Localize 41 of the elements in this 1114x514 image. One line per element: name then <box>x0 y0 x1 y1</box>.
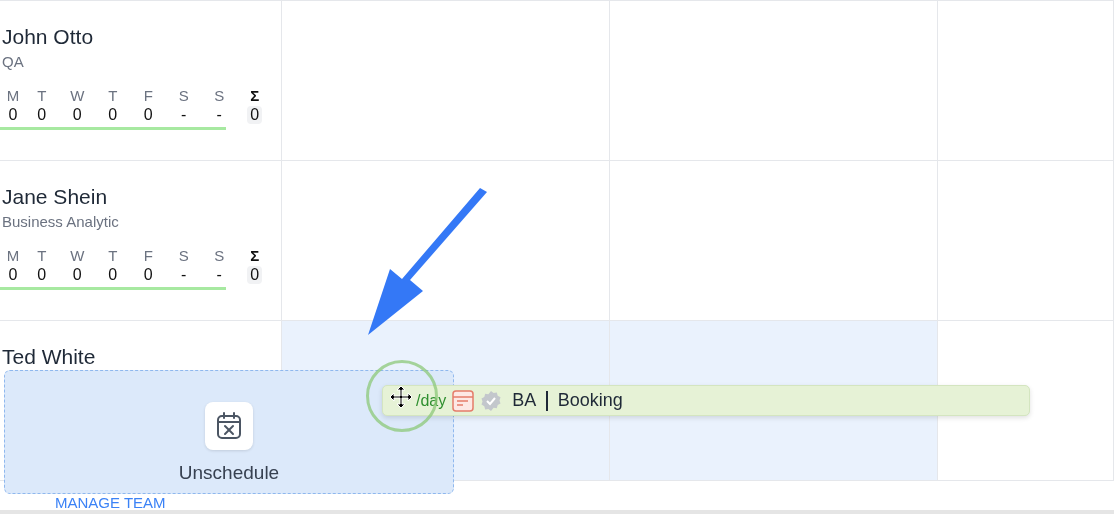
project-code: BA <box>512 390 537 411</box>
person-name: Ted White <box>2 345 96 369</box>
day-hours: - <box>181 266 187 284</box>
sum-hours: 0 <box>247 106 263 124</box>
sum-hours: 0 <box>247 266 263 284</box>
day-hours: - <box>181 106 187 124</box>
person-name: Jane Shein <box>2 185 108 209</box>
weekday-label: M <box>6 87 20 104</box>
weekday-label: W <box>70 247 85 264</box>
weekday-label: T <box>108 247 118 264</box>
person-role: Business Analytic <box>2 213 120 230</box>
day-hours: 0 <box>8 266 18 284</box>
booking-title: Booking <box>557 390 623 411</box>
person-role: QA <box>2 53 25 70</box>
day-hours: 0 <box>143 266 153 284</box>
day-hours: 0 <box>8 106 18 124</box>
weekday-label: S <box>178 247 189 264</box>
person-name: John Otto <box>2 25 94 49</box>
weekday-label: F <box>143 87 153 104</box>
day-hours: 0 <box>108 106 118 124</box>
day-hours: 0 <box>143 106 153 124</box>
day-hours: 0 <box>37 266 47 284</box>
weekday-label: S <box>178 87 189 104</box>
day-hours: - <box>216 106 222 124</box>
weekday-label: S <box>214 247 225 264</box>
weekday-label: S <box>214 87 225 104</box>
sum-label: Σ <box>250 87 260 104</box>
weekday-label: T <box>108 87 118 104</box>
weekday-label: M <box>6 247 20 264</box>
weekday-label: W <box>70 87 85 104</box>
day-hours: 0 <box>72 266 82 284</box>
day-hours: 0 <box>108 266 118 284</box>
weekday-label: T <box>37 247 47 264</box>
day-hours: 0 <box>37 106 47 124</box>
unschedule-label: Unschedule <box>178 462 280 484</box>
day-hours: 0 <box>72 106 82 124</box>
hours-per-day: /day <box>416 391 447 410</box>
day-hours: - <box>216 266 222 284</box>
sum-label: Σ <box>250 247 260 264</box>
weekday-label: F <box>143 247 153 264</box>
weekday-label: T <box>37 87 47 104</box>
